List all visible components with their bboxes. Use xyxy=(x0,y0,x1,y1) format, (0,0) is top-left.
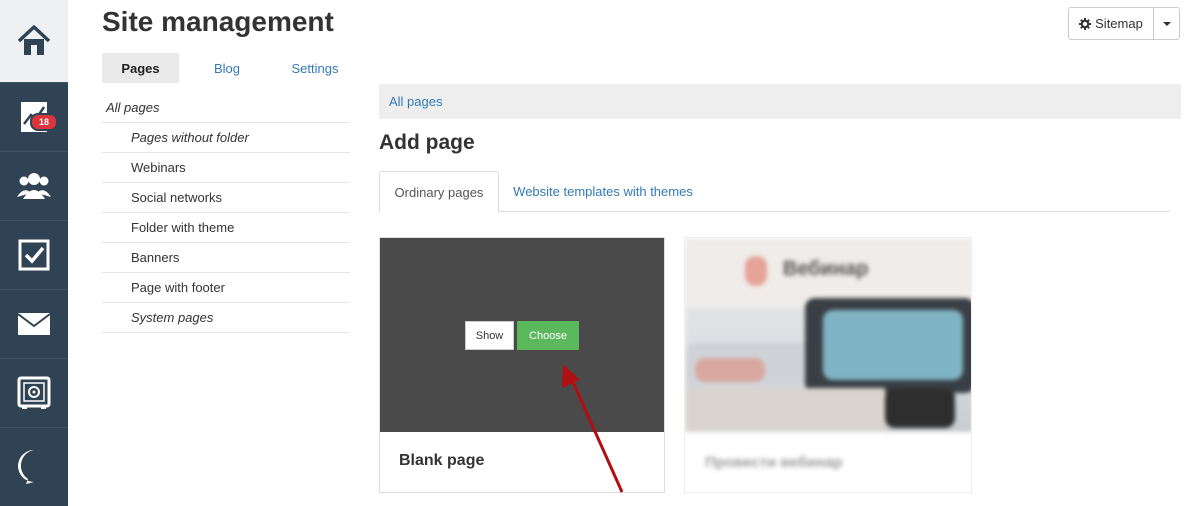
tasks-icon xyxy=(18,239,50,271)
sitemap-label: Sitemap xyxy=(1095,16,1143,31)
folder-item[interactable]: Page with footer xyxy=(102,273,350,303)
template-name: Провести вебинар xyxy=(705,454,843,471)
folder-item[interactable]: System pages xyxy=(102,303,350,333)
template-name: Blank page xyxy=(399,452,485,469)
tab-ordinary-pages[interactable]: Ordinary pages xyxy=(379,171,499,213)
folder-all-pages[interactable]: All pages xyxy=(102,93,350,123)
tab-blog[interactable]: Blog xyxy=(179,53,275,83)
tab-website-templates[interactable]: Website templates with themes xyxy=(503,171,703,212)
folder-item[interactable]: Folder with theme xyxy=(102,213,350,243)
top-tabs: Pages Blog Settings xyxy=(102,53,355,83)
home-icon xyxy=(17,25,51,55)
mail-icon xyxy=(17,313,51,335)
rail-item-home[interactable] xyxy=(0,0,68,83)
safe-icon xyxy=(17,376,51,409)
folder-item[interactable]: Webinars xyxy=(102,153,350,183)
folder-item[interactable]: Banners xyxy=(102,243,350,273)
template-preview: Show Choose xyxy=(380,238,664,432)
rail-item-analytics[interactable]: 18 xyxy=(0,83,68,152)
template-preview-title: Вебинар xyxy=(783,258,869,280)
rail-item-chat[interactable] xyxy=(0,428,68,506)
tab-settings[interactable]: Settings xyxy=(275,53,355,83)
breadcrumb-link-all-pages[interactable]: All pages xyxy=(389,94,442,109)
folder-item[interactable]: Pages without folder xyxy=(102,123,350,153)
page-type-tabs: Ordinary pages Website templates with th… xyxy=(379,171,1170,213)
template-card-blank[interactable]: Show Choose Blank page xyxy=(379,237,665,493)
sitemap-caret-button[interactable] xyxy=(1154,8,1179,39)
section-title: Add page xyxy=(379,131,475,154)
tab-pages[interactable]: Pages xyxy=(102,53,179,83)
template-card-webinar[interactable]: Вебинар Провести вебинар xyxy=(684,237,972,493)
left-nav-rail: 18 xyxy=(0,0,68,506)
breadcrumb: All pages xyxy=(379,84,1181,119)
sitemap-button[interactable]: Sitemap xyxy=(1069,8,1154,39)
notification-badge: 18 xyxy=(30,113,59,131)
choose-button[interactable]: Choose xyxy=(517,321,579,350)
rail-item-tasks[interactable] xyxy=(0,221,68,290)
chat-logo-icon xyxy=(18,450,42,484)
rail-item-safe[interactable] xyxy=(0,359,68,428)
rail-item-users[interactable] xyxy=(0,152,68,221)
users-icon xyxy=(17,173,51,199)
page-title: Site management xyxy=(102,6,334,37)
sitemap-dropdown[interactable]: Sitemap xyxy=(1068,7,1180,40)
gear-icon xyxy=(1079,17,1092,30)
show-button[interactable]: Show xyxy=(465,321,514,350)
folder-item[interactable]: Social networks xyxy=(102,183,350,213)
chevron-down-icon xyxy=(1162,21,1171,26)
rail-item-mail[interactable] xyxy=(0,290,68,359)
folder-list: All pages Pages without folder Webinars … xyxy=(102,93,350,333)
